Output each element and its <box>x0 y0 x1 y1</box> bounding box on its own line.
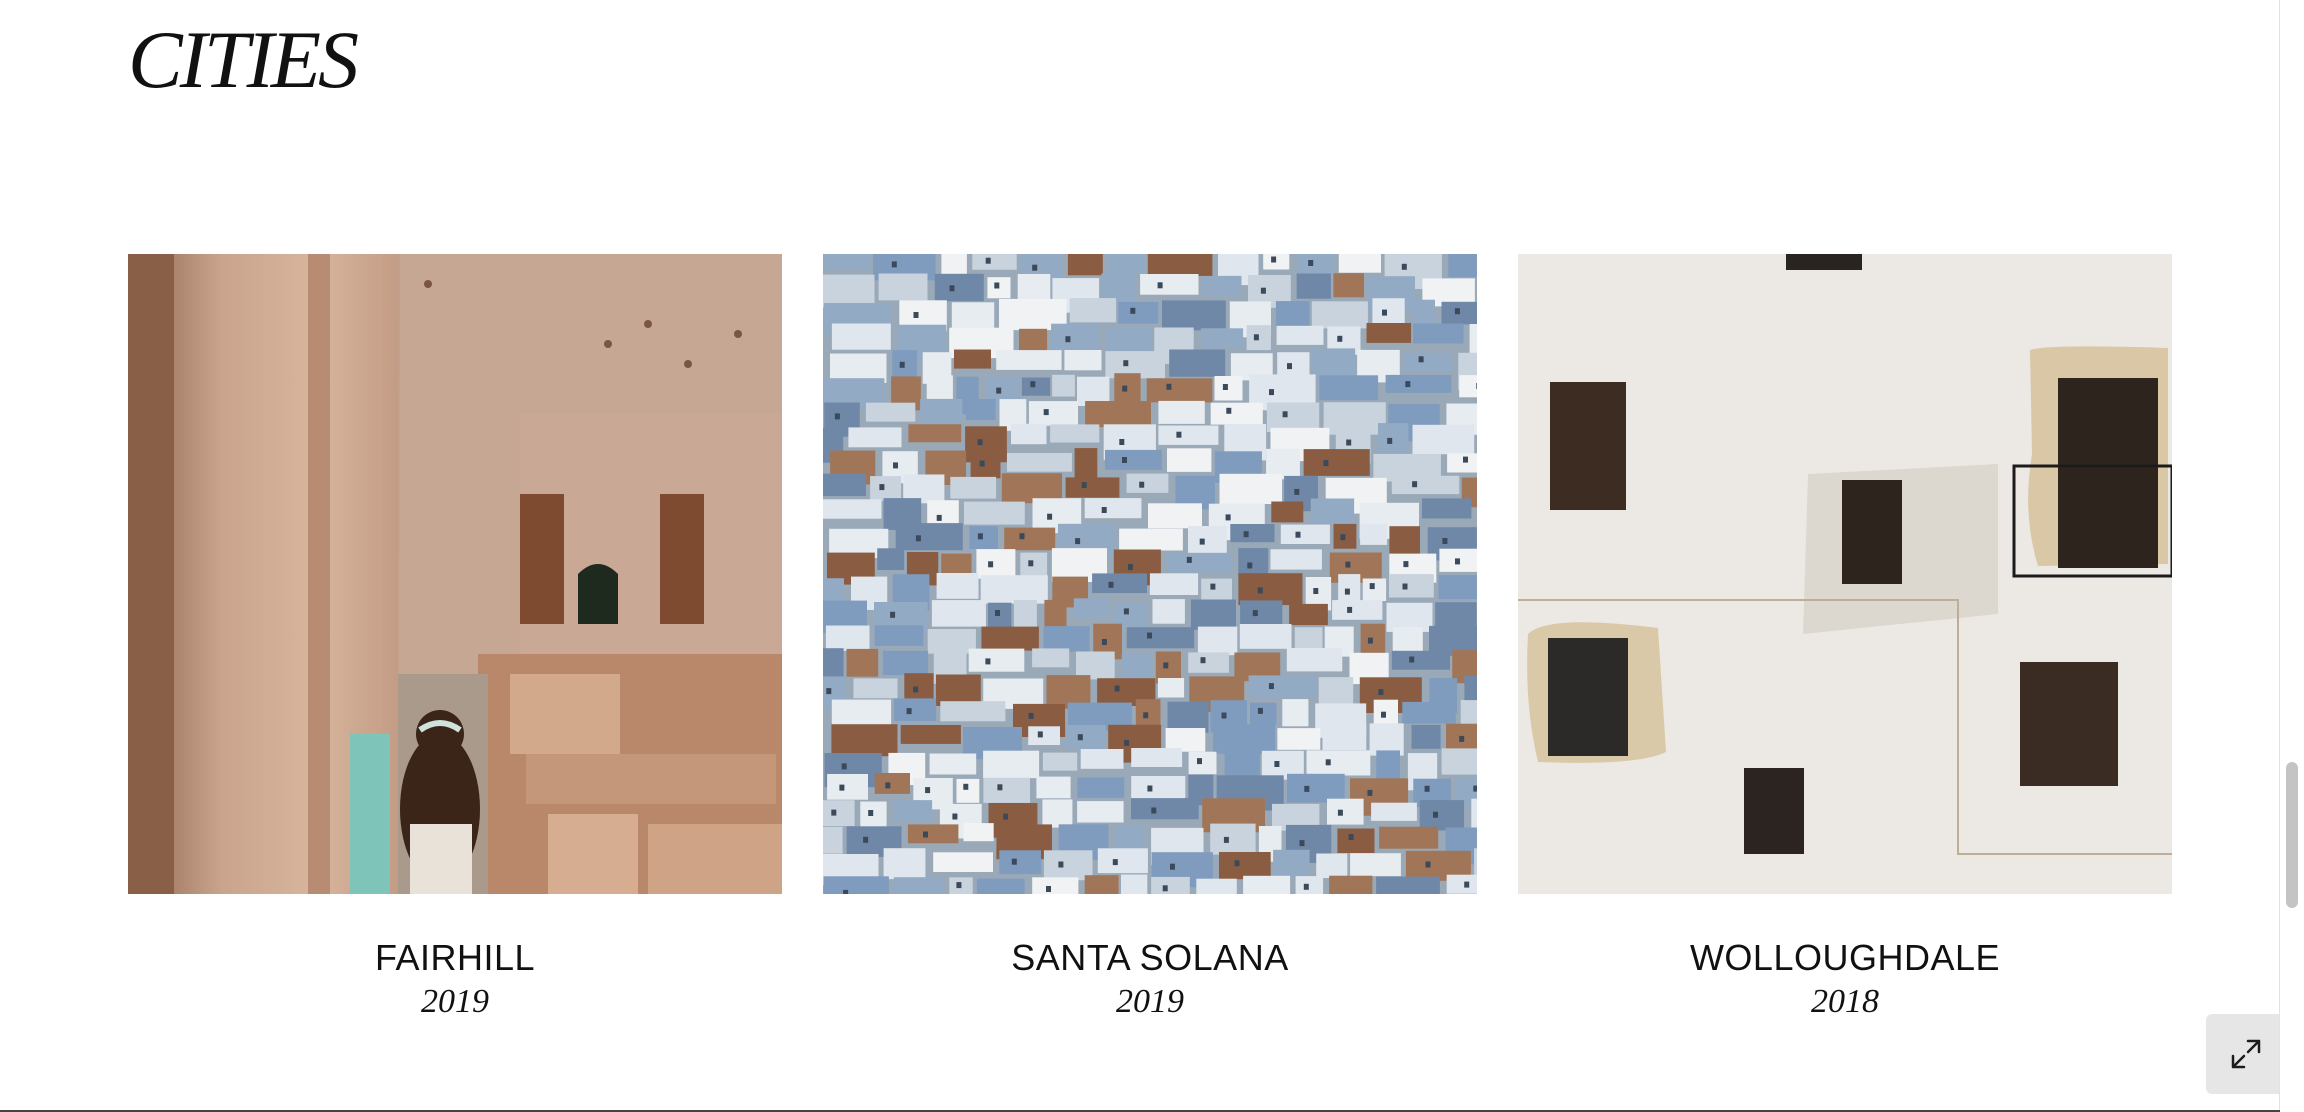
gallery-image-santa-solana[interactable] <box>823 254 1477 894</box>
gallery-card-wolloughdale[interactable]: WOLLOUGHDALE 2018 <box>1518 254 2172 1020</box>
section-title: CITIES <box>128 14 359 105</box>
gallery-item-year: 2019 <box>1116 983 1184 1020</box>
gallery-item-name[interactable]: WOLLOUGHDALE <box>1518 936 2172 980</box>
page-scrollbar[interactable] <box>2279 0 2304 1112</box>
gallery-image-wolloughdale[interactable] <box>1518 254 2172 894</box>
gallery-item-year: 2018 <box>1811 983 1879 1020</box>
gallery-item-name[interactable]: SANTA SOLANA <box>823 936 1477 980</box>
page: CITIES FAIRHILL 2019 SANTA SOLANA 2019 W… <box>0 0 2304 1112</box>
gallery-card-fairhill[interactable]: FAIRHILL 2019 <box>128 254 782 1020</box>
gallery-caption: FAIRHILL 2019 <box>128 936 782 1024</box>
gallery-item-name[interactable]: FAIRHILL <box>128 936 782 980</box>
gallery-image-fairhill[interactable] <box>128 254 782 894</box>
expand-arrows-icon <box>2231 1039 2261 1069</box>
gallery-card-santa-solana[interactable]: SANTA SOLANA 2019 <box>823 254 1477 1020</box>
gallery-caption: SANTA SOLANA 2019 <box>823 936 1477 1024</box>
gallery-item-year: 2019 <box>421 983 489 1020</box>
scrollbar-thumb[interactable] <box>2286 762 2298 908</box>
gallery-caption: WOLLOUGHDALE 2018 <box>1518 936 2172 1024</box>
expand-button[interactable] <box>2206 1014 2286 1094</box>
